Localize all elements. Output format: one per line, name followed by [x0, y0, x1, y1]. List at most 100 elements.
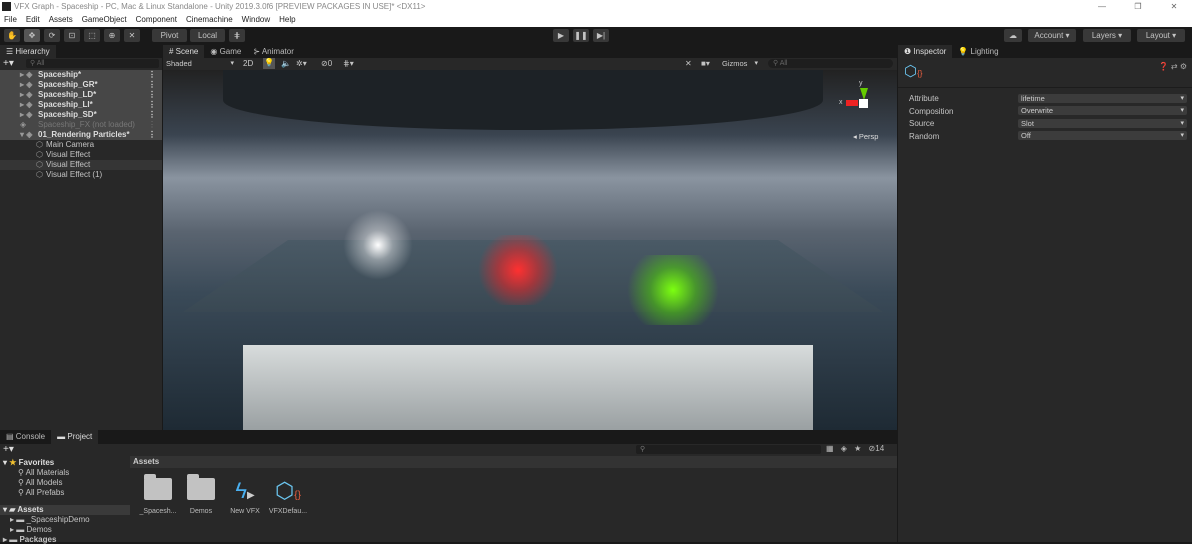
account-dropdown[interactable]: Account ▾: [1028, 29, 1076, 42]
effects-toggle-icon[interactable]: ✲▾: [296, 59, 307, 68]
breadcrumb[interactable]: Assets: [130, 456, 897, 468]
pivot-toggle[interactable]: Pivot: [152, 29, 187, 42]
menu-component[interactable]: Component: [136, 13, 177, 27]
hierarchy-scene[interactable]: ▸ ◈ Spaceship* ⋮: [0, 70, 162, 80]
hierarchy-item[interactable]: ⬡ Visual Effect (1): [0, 170, 162, 180]
hierarchy-scene[interactable]: ▸ ◈ Spaceship_GR* ⋮: [0, 80, 162, 90]
close-button[interactable]: ✕: [1156, 0, 1192, 13]
rect-tool-icon[interactable]: ⬚: [84, 29, 100, 42]
cloud-icon[interactable]: ☁: [1004, 29, 1022, 42]
orientation-gizmo[interactable]: y x ◂ Persp: [833, 78, 893, 141]
local-toggle[interactable]: Local: [190, 29, 225, 42]
hand-tool-icon[interactable]: ✋: [4, 29, 20, 42]
tab-animator[interactable]: ⊱ Animator: [247, 45, 300, 58]
projection-label[interactable]: ◂ Persp: [853, 132, 878, 141]
tree-demos[interactable]: ▸ ▬ Demos: [10, 525, 52, 534]
tab-console[interactable]: ▤ Console: [0, 430, 51, 444]
tab-lighting[interactable]: 💡 Lighting: [952, 45, 1004, 58]
field-attribute-dropdown[interactable]: lifetime: [1018, 93, 1187, 103]
step-button[interactable]: ▶|: [593, 29, 609, 42]
tree-spaceshipdemo[interactable]: ▸ ▬ _SpaceshipDemo: [10, 515, 90, 524]
project-panel: ▤ Console ▬ Project +▾ ⚲ ▦ ◈ ★ ⊘14 ▾ ★ F…: [0, 430, 897, 544]
menu-window[interactable]: Window: [242, 13, 270, 27]
hierarchy-item[interactable]: ⬡ Visual Effect: [0, 160, 162, 170]
inspector-tab-label: Inspector: [913, 47, 947, 56]
maximize-button[interactable]: ❐: [1120, 0, 1156, 13]
2d-toggle[interactable]: 2D: [243, 59, 253, 68]
audio-toggle-icon[interactable]: 🔈: [281, 59, 291, 68]
hierarchy-scene[interactable]: ◈ Spaceship_FX (not loaded) ⋮: [0, 120, 162, 130]
hierarchy-search-input[interactable]: ⚲ All: [26, 59, 159, 68]
layout-dropdown[interactable]: Layout ▾: [1137, 29, 1185, 42]
project-search-input[interactable]: ⚲: [636, 445, 821, 454]
scene-viewport[interactable]: y x ◂ Persp: [163, 70, 897, 430]
lighting-toggle-icon[interactable]: 💡: [263, 58, 275, 69]
grid-toggle-icon[interactable]: ⋕▾: [343, 59, 354, 68]
menu-edit[interactable]: Edit: [26, 13, 40, 27]
folder-label: Demos: [26, 525, 52, 534]
asset-spaceshipdemo-folder[interactable]: _Spacesh...: [136, 474, 180, 515]
hidden-objects-icon[interactable]: ⊘0: [321, 59, 332, 68]
fav-label: All Prefabs: [25, 488, 65, 497]
custom-tool-icon[interactable]: ✕: [124, 29, 140, 42]
scale-tool-icon[interactable]: ⊡: [64, 29, 80, 42]
hierarchy-scene[interactable]: ▾ ◈ 01_Rendering Particles* ⋮: [0, 130, 162, 140]
field-source-dropdown[interactable]: Slot: [1018, 118, 1187, 128]
tab-inspector[interactable]: ❶ Inspector: [898, 45, 953, 58]
tab-game[interactable]: ◉ Game: [204, 45, 247, 58]
project-filter-icons[interactable]: ▦ ◈ ★ ⊘14: [826, 444, 884, 453]
hidden-count: 0: [327, 59, 333, 68]
field-random-dropdown[interactable]: Off: [1018, 131, 1187, 140]
menu-help[interactable]: Help: [279, 13, 295, 27]
pause-button[interactable]: ❚❚: [573, 29, 589, 42]
layers-dropdown[interactable]: Layers ▾: [1083, 29, 1131, 42]
more-options-icon[interactable]: ⋮: [148, 100, 156, 110]
more-options-icon[interactable]: ⋮: [148, 120, 156, 130]
hierarchy-item-label: Spaceship_LD*: [38, 90, 97, 99]
play-button[interactable]: ▶: [553, 29, 569, 42]
more-options-icon[interactable]: ⋮: [148, 80, 156, 90]
fav-all-materials[interactable]: ⚲ All Materials: [18, 468, 69, 477]
more-options-icon[interactable]: ⋮: [148, 70, 156, 80]
green-particle: [618, 255, 728, 325]
gizmos-dropdown[interactable]: Gizmos: [719, 59, 761, 68]
menu-file[interactable]: File: [4, 13, 17, 27]
camera-icon[interactable]: ■▾: [701, 59, 710, 68]
rotate-tool-icon[interactable]: ⟳: [44, 29, 60, 42]
asset-demos-folder[interactable]: Demos: [179, 474, 223, 515]
more-options-icon[interactable]: ⋮: [148, 110, 156, 120]
fav-all-models[interactable]: ⚲ All Models: [18, 478, 63, 487]
scene-search-input[interactable]: ⚲ All: [768, 59, 893, 68]
hierarchy-scene[interactable]: ▸ ◈ Spaceship_LD* ⋮: [0, 90, 162, 100]
more-options-icon[interactable]: ⋮: [148, 130, 156, 140]
hierarchy-item[interactable]: ⬡ Visual Effect: [0, 150, 162, 160]
fav-all-prefabs[interactable]: ⚲ All Prefabs: [18, 488, 64, 497]
minimize-button[interactable]: —: [1084, 0, 1120, 13]
create-button[interactable]: +▾: [3, 58, 14, 69]
grid-snap-icon[interactable]: ⋕: [229, 29, 245, 42]
tree-assets[interactable]: ▾ ▰ Assets: [0, 505, 130, 515]
hierarchy-item[interactable]: ⬡ Main Camera: [0, 140, 162, 150]
tab-scene[interactable]: # Scene: [163, 45, 205, 58]
menu-gameobject[interactable]: GameObject: [82, 13, 127, 27]
hierarchy-scene[interactable]: ▸ ◈ Spaceship_SD* ⋮: [0, 110, 162, 120]
field-composition-dropdown[interactable]: Overwrite: [1018, 106, 1187, 115]
menu-cinemachine[interactable]: Cinemachine: [186, 13, 233, 27]
asset-new-vfx[interactable]: ϟ▶ New VFX: [223, 474, 267, 515]
transform-tool-icon[interactable]: ⊕: [104, 29, 120, 42]
help-settings-icons[interactable]: ❓ ⇄ ⚙: [1159, 62, 1187, 71]
tab-hierarchy[interactable]: ☰ Hierarchy: [0, 45, 56, 58]
field-label: Random: [909, 131, 940, 141]
asset-vfx-default[interactable]: ⬡{} VFXDefau...: [266, 474, 310, 515]
window-title: VFX Graph - Spaceship - PC, Mac & Linux …: [14, 2, 426, 11]
tree-packages[interactable]: ▸ ▬ Packages: [3, 535, 56, 544]
hierarchy-scene[interactable]: ▸ ◈ Spaceship_LI* ⋮: [0, 100, 162, 110]
tree-favorites[interactable]: ▾ ★ Favorites: [3, 458, 54, 467]
move-tool-icon[interactable]: ✥: [24, 29, 40, 42]
menu-assets[interactable]: Assets: [49, 13, 73, 27]
more-options-icon[interactable]: ⋮: [148, 90, 156, 100]
shading-mode-dropdown[interactable]: Shaded: [163, 59, 237, 68]
tab-project[interactable]: ▬ Project: [51, 430, 99, 444]
tools-icon[interactable]: ✕: [685, 59, 692, 68]
project-create-button[interactable]: +▾: [3, 444, 14, 455]
